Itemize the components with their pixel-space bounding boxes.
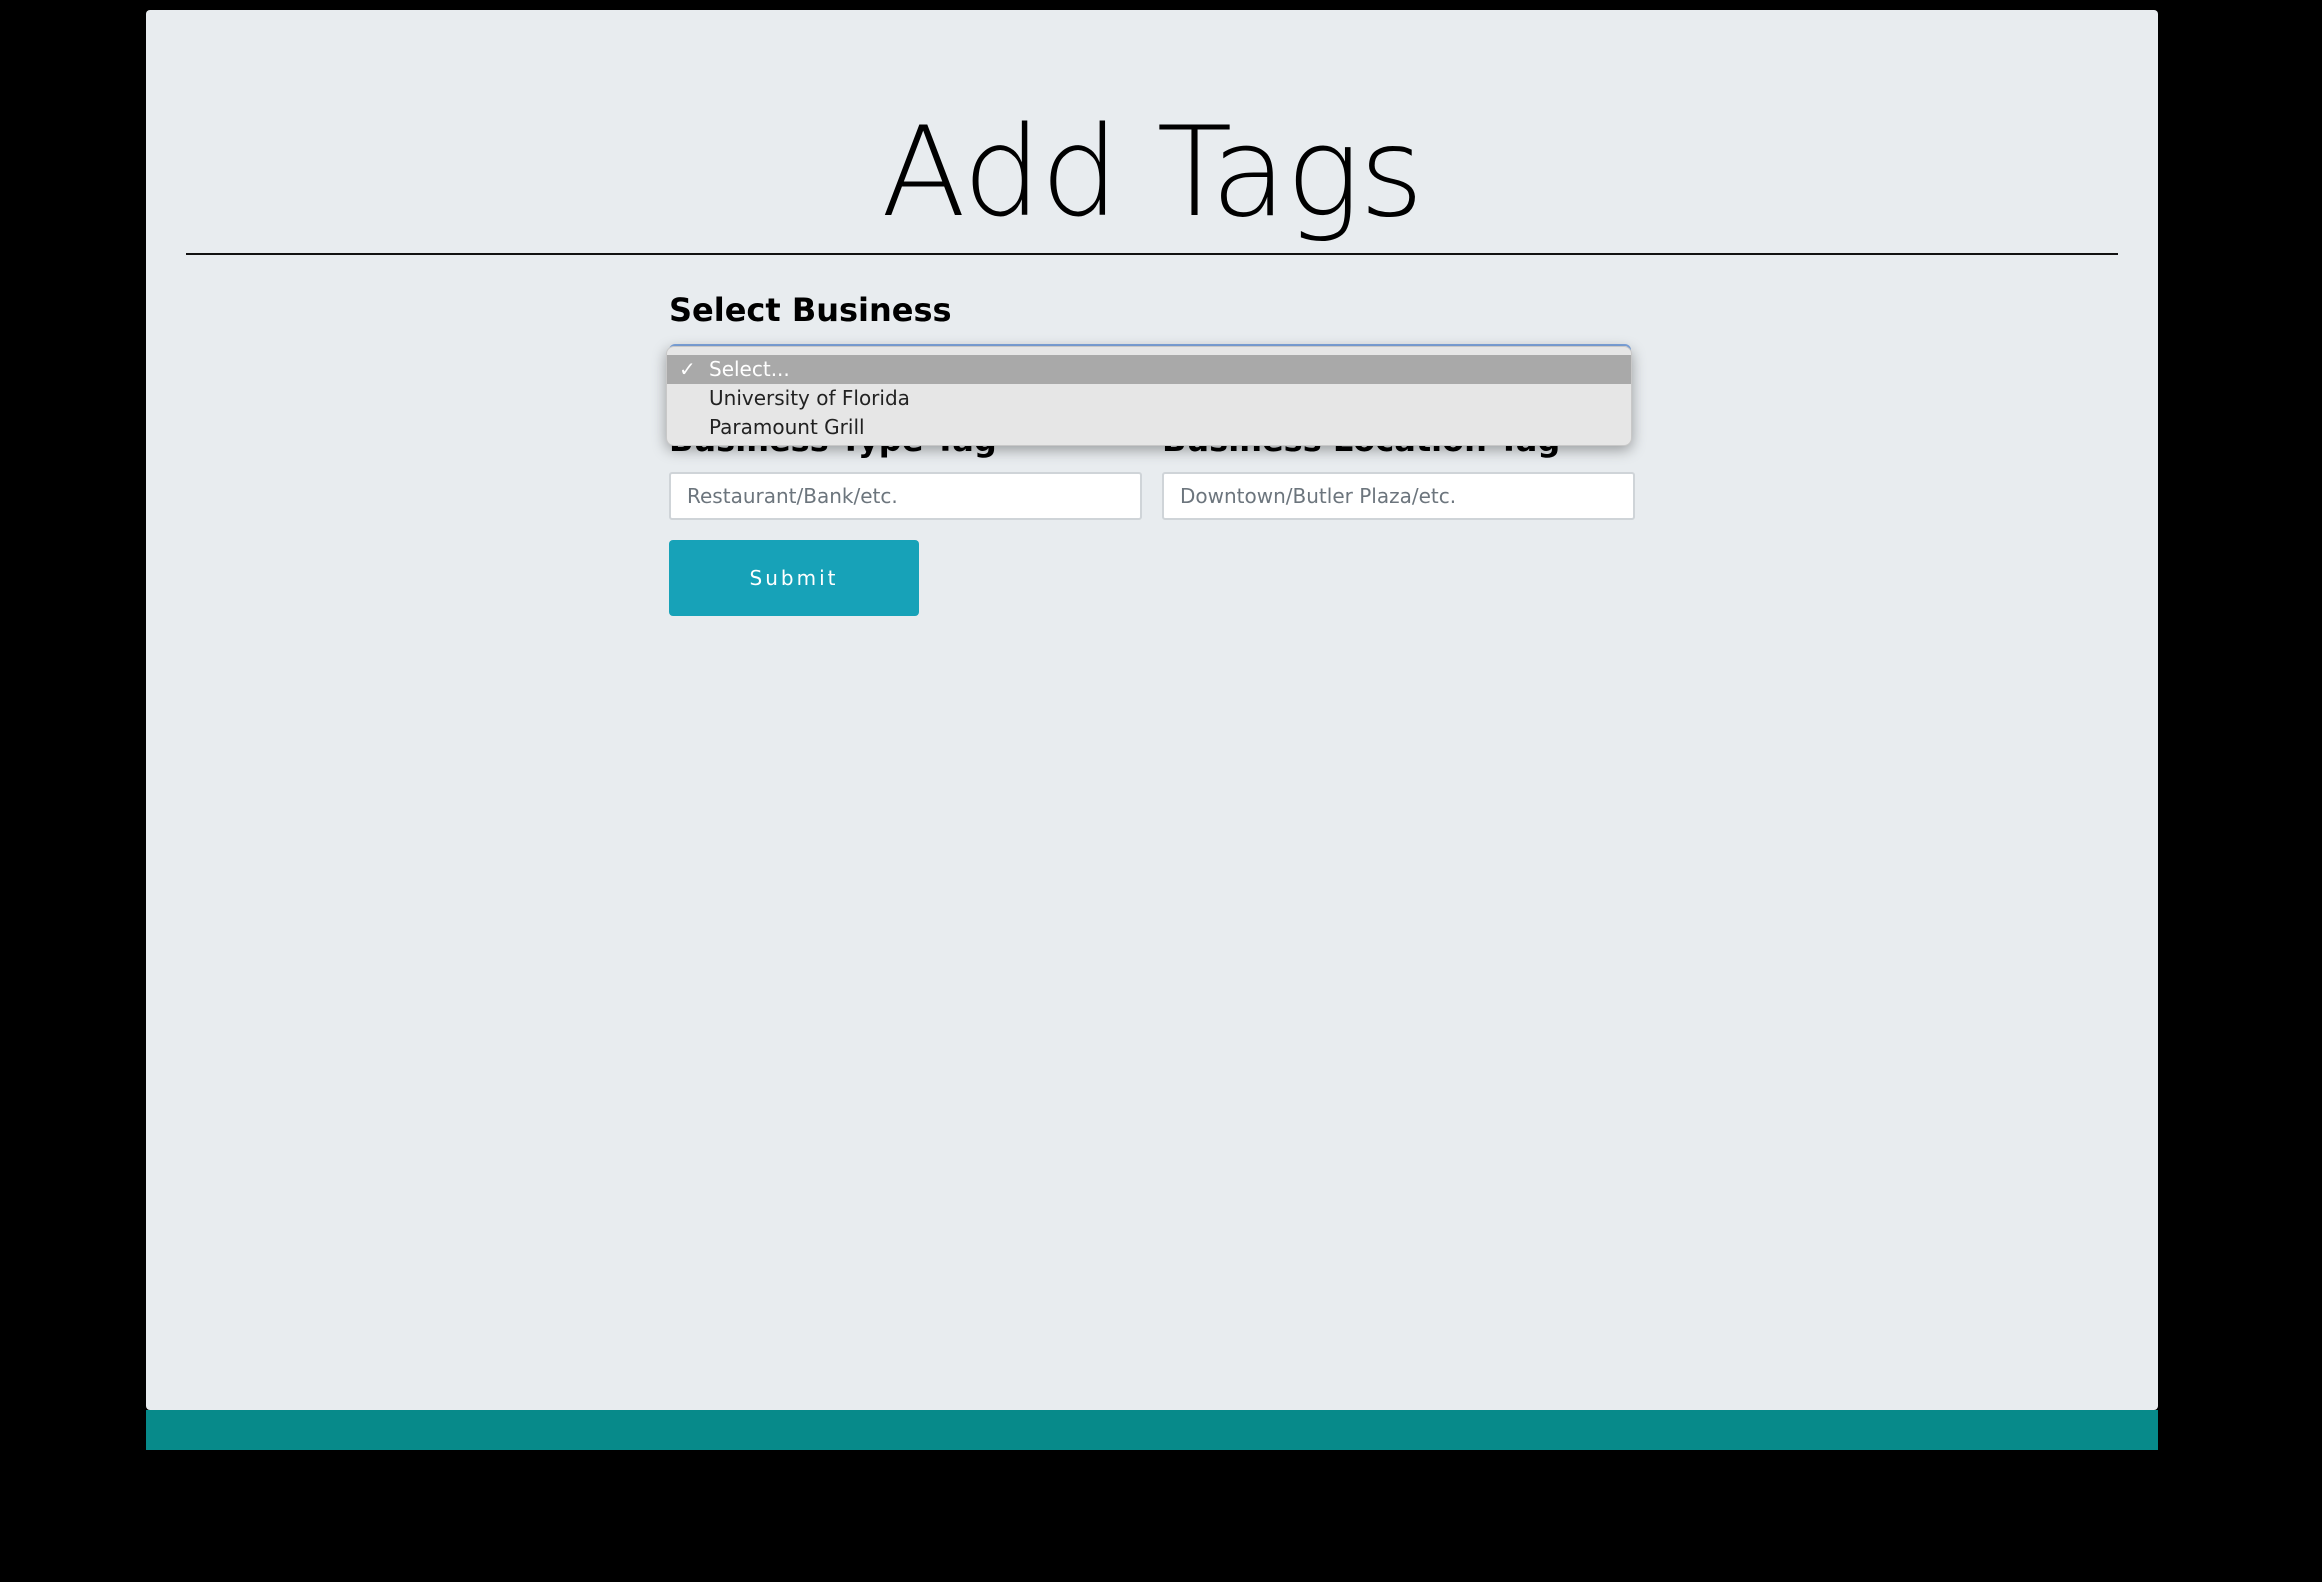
select-option-label: University of Florida: [709, 386, 910, 410]
business-select-dropdown[interactable]: ✓ Select... University of Florida Paramo…: [666, 346, 1632, 446]
select-option-placeholder[interactable]: ✓ Select...: [667, 355, 1631, 384]
select-option-university-of-florida[interactable]: University of Florida: [667, 384, 1631, 413]
select-option-paramount-grill[interactable]: Paramount Grill: [667, 413, 1631, 442]
submit-button[interactable]: Submit: [669, 540, 919, 616]
select-option-label: Select...: [709, 357, 790, 381]
select-business-label: Select Business: [669, 291, 952, 329]
select-option-label: Paramount Grill: [709, 415, 865, 439]
check-icon: ✓: [679, 357, 696, 381]
business-location-input[interactable]: Downtown/Butler Plaza/etc.: [1162, 472, 1635, 520]
app-window: Add Tags Select Business ✓ Select... Uni…: [146, 10, 2158, 1410]
page-title: Add Tags: [881, 101, 1424, 245]
business-type-input[interactable]: Restaurant/Bank/etc.: [669, 472, 1142, 520]
title-divider: [186, 253, 2118, 255]
footer-bar: [146, 1410, 2158, 1450]
